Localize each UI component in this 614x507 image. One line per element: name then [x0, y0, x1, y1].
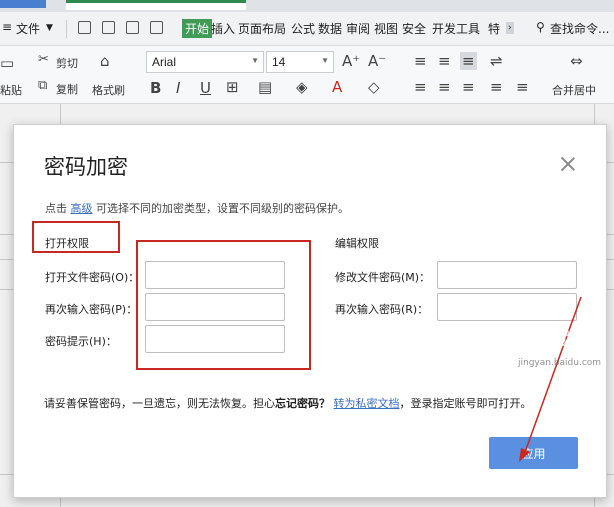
tab-review[interactable]: 审阅	[346, 20, 370, 37]
toolbar: ▭ 粘贴 ✂ 剪切 ⧉ 复制 ⌂ 格式刷 Arial ▼ 14 ▼ A⁺ A⁻ …	[0, 46, 614, 104]
edit-permission-title: 编辑权限	[335, 237, 379, 250]
description-prefix: 点击	[45, 202, 67, 215]
format-painter-icon[interactable]: ⌂	[100, 52, 110, 70]
export-pdf-icon[interactable]	[102, 21, 115, 34]
more-tabs-icon[interactable]: ›	[506, 22, 514, 34]
underline-icon[interactable]: U	[200, 79, 211, 97]
tab-special[interactable]: 特	[488, 20, 500, 37]
file-menu[interactable]: 文件	[16, 20, 40, 37]
print-icon[interactable]	[126, 21, 139, 34]
private-document-link[interactable]: 转为私密文档	[334, 397, 400, 410]
align-right-icon[interactable]: ≡	[462, 78, 475, 96]
tab-data[interactable]: 数据	[318, 20, 342, 37]
align-center-icon[interactable]: ≡	[438, 78, 451, 96]
password-encryption-dialog: 密码加密 点击 高级 可选择不同的加密类型，设置不同级别的密码保护。 打开权限 …	[13, 124, 607, 498]
document-tab[interactable]	[66, 0, 246, 10]
chevron-down-icon: ▼	[251, 56, 259, 65]
font-color-icon[interactable]: A	[332, 78, 342, 96]
apply-button[interactable]: 应用	[489, 437, 578, 469]
window-tab[interactable]	[0, 0, 46, 8]
merge-center-icon[interactable]: ⇔	[570, 52, 583, 70]
note-suffix: ，登录指定账号即可打开。	[399, 397, 532, 410]
fill-format-icon[interactable]: ▤	[258, 78, 272, 96]
scissors-icon[interactable]: ✂	[38, 52, 49, 67]
modify-password-input[interactable]	[437, 261, 577, 289]
tab-page-layout[interactable]: 页面布局	[238, 20, 286, 37]
dialog-title: 密码加密	[44, 155, 128, 179]
highlight-open-permission	[32, 221, 120, 253]
menu-bar: ≡ 文件 ▼ 开始 插入 页面布局 公式 数据 审阅 视图 安全 开发工具 特 …	[0, 12, 614, 46]
increase-font-icon[interactable]: A⁺	[342, 52, 360, 70]
dialog-description: 点击 高级 可选择不同的加密类型，设置不同级别的密码保护。	[45, 200, 349, 216]
chevron-down-icon: ▼	[321, 56, 329, 65]
wrap-text-icon[interactable]: ⇌	[490, 52, 503, 70]
decrease-font-icon[interactable]: A⁻	[368, 52, 386, 70]
password-note: 请妥善保管密码，一旦遗忘，则无法恢复。担心忘记密码？ 转为私密文档，登录指定账号…	[44, 395, 532, 411]
tab-start[interactable]: 开始	[182, 19, 213, 38]
search-icon[interactable]: ⚲	[536, 20, 545, 34]
tab-formulas[interactable]: 公式	[291, 20, 315, 37]
align-middle-icon[interactable]: ≡	[438, 52, 451, 70]
chevron-down-icon[interactable]: ▼	[46, 23, 53, 33]
modify-password-confirm-label: 再次输入密码(R)：	[335, 303, 429, 316]
distribute-icon[interactable]: ≡	[516, 78, 529, 96]
print-preview-icon[interactable]	[150, 21, 163, 34]
paste-icon[interactable]: ▭	[0, 54, 14, 72]
italic-icon[interactable]: I	[176, 79, 180, 97]
modify-password-label: 修改文件密码(M)：	[335, 271, 431, 284]
hamburger-icon[interactable]: ≡	[2, 20, 12, 34]
paste-label[interactable]: 粘贴	[0, 82, 22, 98]
description-suffix: 可选择不同的加密类型，设置不同级别的密码保护。	[96, 202, 349, 215]
highlight-password-fields	[136, 240, 311, 370]
format-painter-label[interactable]: 格式刷	[92, 82, 125, 98]
modify-password-confirm-input[interactable]	[437, 293, 577, 321]
save-icon[interactable]	[78, 21, 91, 34]
font-size-value: 14	[272, 55, 286, 69]
note-prefix: 请妥善保管密码，一旦遗忘，则无法恢复。担心	[44, 397, 275, 410]
cut-label[interactable]: 剪切	[56, 55, 78, 71]
font-size-select[interactable]: 14 ▼	[266, 51, 334, 73]
clear-icon[interactable]: ◇	[368, 78, 380, 96]
font-name-select[interactable]: Arial ▼	[146, 51, 264, 73]
open-password-confirm-label: 再次输入密码(P)：	[45, 303, 138, 316]
copy-icon[interactable]: ⧉	[38, 78, 47, 93]
open-password-label: 打开文件密码(O)：	[45, 271, 140, 284]
align-bottom-icon[interactable]: ≡	[460, 52, 477, 70]
tab-insert[interactable]: 插入	[211, 20, 235, 37]
copy-label[interactable]: 复制	[56, 81, 78, 97]
font-name-value: Arial	[152, 55, 177, 69]
password-hint-label: 密码提示(H)：	[45, 335, 117, 348]
justify-icon[interactable]: ≡	[490, 78, 503, 96]
separator	[66, 20, 67, 38]
border-icon[interactable]: ⊞	[226, 78, 239, 96]
tab-developer[interactable]: 开发工具	[432, 20, 480, 37]
align-top-icon[interactable]: ≡	[414, 52, 427, 70]
tab-security[interactable]: 安全	[402, 20, 426, 37]
tab-view[interactable]: 视图	[374, 20, 398, 37]
note-forgot-password: 忘记密码？	[275, 397, 330, 410]
close-icon[interactable]	[559, 155, 577, 173]
search-command[interactable]: 查找命令...	[550, 20, 609, 37]
advanced-link[interactable]: 高级	[71, 202, 93, 215]
align-left-icon[interactable]: ≡	[414, 78, 427, 96]
merge-center-label[interactable]: 合并居中	[552, 82, 596, 98]
fill-color-icon[interactable]: ◈	[296, 78, 308, 96]
bold-icon[interactable]: B	[150, 79, 161, 97]
